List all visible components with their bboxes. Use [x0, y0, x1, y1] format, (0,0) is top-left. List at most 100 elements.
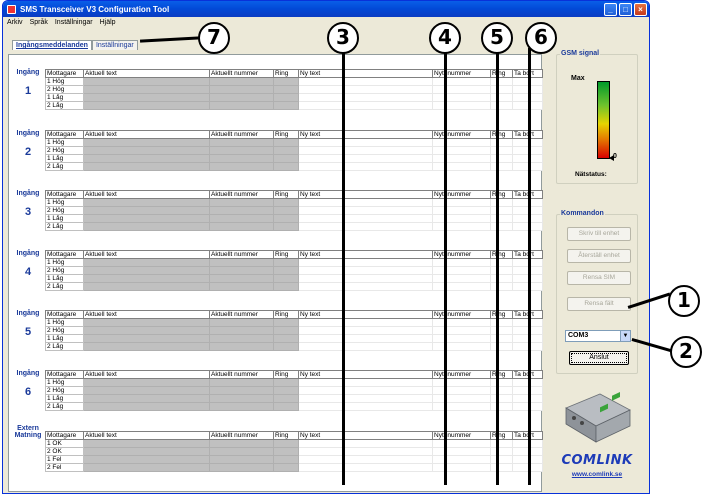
editable-cell[interactable] [298, 214, 433, 223]
editable-cell[interactable] [490, 342, 513, 351]
tab-ingangsmeddelanden[interactable]: Ingångsmeddelanden [12, 40, 92, 50]
editable-cell[interactable] [432, 138, 491, 147]
editable-cell[interactable] [298, 463, 433, 472]
maximize-button[interactable]: □ [619, 2, 632, 16]
menu-sprak[interactable]: Språk [30, 19, 48, 26]
editable-cell[interactable] [432, 206, 491, 215]
editable-cell[interactable] [432, 101, 491, 110]
editable-cell[interactable] [432, 334, 491, 343]
editable-cell[interactable] [432, 266, 491, 275]
editable-cell[interactable] [490, 394, 513, 403]
editable-cell[interactable] [490, 402, 513, 411]
editable-cell[interactable] [298, 394, 433, 403]
editable-cell[interactable] [490, 463, 513, 472]
editable-cell[interactable] [432, 154, 491, 163]
editable-cell[interactable] [490, 214, 513, 223]
editable-cell[interactable] [490, 101, 513, 110]
tab-installningar[interactable]: Inställningar [91, 40, 138, 50]
editable-cell[interactable] [298, 222, 433, 231]
editable-cell[interactable] [490, 154, 513, 163]
editable-cell[interactable] [298, 386, 433, 395]
minimize-button[interactable]: _ [604, 2, 617, 16]
editable-cell[interactable] [298, 138, 433, 147]
editable-cell[interactable] [490, 447, 513, 456]
editable-cell[interactable] [432, 378, 491, 387]
write-to-device-button[interactable]: Skriv till enhet [567, 227, 631, 241]
editable-cell[interactable] [432, 77, 491, 86]
editable-cell[interactable] [432, 447, 491, 456]
comlink-url-link[interactable]: www.comlink.se [556, 471, 638, 478]
editable-cell[interactable] [432, 85, 491, 94]
connect-button[interactable]: Anslut [569, 351, 629, 365]
editable-cell[interactable] [298, 101, 433, 110]
editable-cell[interactable] [432, 214, 491, 223]
menu-arkiv[interactable]: Arkiv [7, 19, 23, 26]
reset-device-button[interactable]: Återställ enhet [567, 249, 631, 263]
clear-fields-button[interactable]: Rensa fält [567, 297, 631, 311]
editable-cell[interactable] [490, 93, 513, 102]
editable-cell[interactable] [432, 439, 491, 448]
editable-cell[interactable] [490, 282, 513, 291]
editable-cell[interactable] [432, 222, 491, 231]
editable-cell[interactable] [432, 282, 491, 291]
editable-cell[interactable] [298, 334, 433, 343]
editable-cell[interactable] [490, 439, 513, 448]
editable-cell[interactable] [490, 146, 513, 155]
editable-cell[interactable] [490, 318, 513, 327]
editable-cell[interactable] [298, 77, 433, 86]
menu-hjalp[interactable]: Hjälp [100, 19, 116, 26]
editable-cell[interactable] [432, 146, 491, 155]
editable-cell[interactable] [298, 258, 433, 267]
editable-cell[interactable] [298, 162, 433, 171]
editable-cell[interactable] [298, 198, 433, 207]
menu-installningar[interactable]: Inställningar [55, 19, 93, 26]
com-port-select[interactable]: COM3 ▼ [565, 330, 631, 342]
editable-cell[interactable] [298, 318, 433, 327]
editable-cell[interactable] [298, 274, 433, 283]
editable-cell[interactable] [432, 463, 491, 472]
editable-cell[interactable] [490, 378, 513, 387]
editable-cell[interactable] [490, 386, 513, 395]
editable-cell[interactable] [298, 146, 433, 155]
editable-cell[interactable] [298, 439, 433, 448]
editable-cell[interactable] [298, 282, 433, 291]
editable-cell[interactable] [298, 154, 433, 163]
editable-cell[interactable] [490, 77, 513, 86]
editable-cell[interactable] [432, 162, 491, 171]
editable-cell[interactable] [490, 206, 513, 215]
editable-cell[interactable] [490, 455, 513, 464]
editable-cell[interactable] [490, 326, 513, 335]
editable-cell[interactable] [490, 258, 513, 267]
chevron-down-icon[interactable]: ▼ [620, 331, 630, 341]
editable-cell[interactable] [298, 326, 433, 335]
editable-cell[interactable] [490, 334, 513, 343]
editable-cell[interactable] [432, 318, 491, 327]
editable-cell[interactable] [298, 455, 433, 464]
editable-cell[interactable] [298, 266, 433, 275]
editable-cell[interactable] [298, 447, 433, 456]
editable-cell[interactable] [490, 274, 513, 283]
editable-cell[interactable] [490, 162, 513, 171]
editable-cell[interactable] [432, 326, 491, 335]
clear-sim-button[interactable]: Rensa SIM [567, 271, 631, 285]
close-button[interactable]: × [634, 2, 647, 16]
editable-cell[interactable] [298, 206, 433, 215]
editable-cell[interactable] [432, 455, 491, 464]
editable-cell[interactable] [490, 198, 513, 207]
editable-cell[interactable] [298, 342, 433, 351]
editable-cell[interactable] [432, 394, 491, 403]
editable-cell[interactable] [298, 402, 433, 411]
editable-cell[interactable] [432, 342, 491, 351]
editable-cell[interactable] [432, 93, 491, 102]
editable-cell[interactable] [490, 85, 513, 94]
editable-cell[interactable] [490, 222, 513, 231]
editable-cell[interactable] [432, 386, 491, 395]
editable-cell[interactable] [490, 266, 513, 275]
editable-cell[interactable] [298, 85, 433, 94]
editable-cell[interactable] [298, 93, 433, 102]
editable-cell[interactable] [432, 274, 491, 283]
editable-cell[interactable] [432, 258, 491, 267]
editable-cell[interactable] [432, 402, 491, 411]
editable-cell[interactable] [298, 378, 433, 387]
editable-cell[interactable] [432, 198, 491, 207]
